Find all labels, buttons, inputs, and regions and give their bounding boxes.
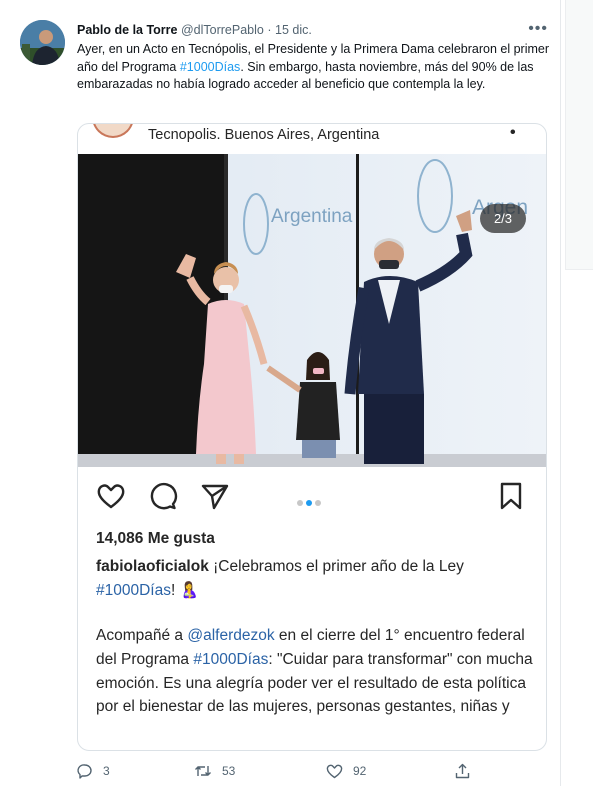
like-icon: [326, 764, 343, 779]
retweet-count: 53: [222, 764, 236, 778]
ellipsis-icon[interactable]: •••: [528, 21, 548, 37]
like-count: 92: [353, 764, 367, 778]
embed-header: Tecnopolis. Buenos Aires, Argentina •: [78, 124, 546, 154]
embed-avatar[interactable]: [92, 124, 134, 138]
tweet[interactable]: Pablo de la Torre @dlTorrePablo · 15 dic…: [0, 0, 560, 786]
caption-end: ! 🤱: [170, 581, 199, 599]
tweet-date[interactable]: 15 dic.: [275, 23, 312, 37]
likes-count[interactable]: 14,086 Me gusta: [96, 530, 215, 548]
column-divider: [560, 0, 561, 786]
tweet-text: Ayer, en un Acto en Tecnópolis, el Presi…: [77, 41, 549, 94]
share-button[interactable]: [455, 760, 480, 782]
hashtag-link[interactable]: #1000Días: [180, 60, 240, 74]
separator: ·: [267, 23, 272, 37]
retweet-icon: [195, 766, 211, 776]
caption-username[interactable]: fabiolaoficialok: [96, 558, 209, 575]
author-handle[interactable]: @dlTorrePablo: [181, 23, 264, 37]
caption-text: ¡Celebramos el primer año de la Ley: [208, 558, 464, 575]
post-menu-icon[interactable]: •: [510, 124, 516, 142]
post-location[interactable]: Tecnopolis. Buenos Aires, Argentina: [148, 127, 379, 143]
body-hashtag[interactable]: #1000Días: [193, 651, 268, 668]
bookmark-icon[interactable]: [496, 481, 526, 511]
share-icon: [455, 763, 470, 779]
carousel-dot: [297, 500, 303, 506]
tweet-header: Pablo de la Torre @dlTorrePablo · 15 dic…: [77, 22, 547, 38]
body-mention[interactable]: @alferdezok: [187, 627, 274, 644]
body-text: Acompañé a: [96, 627, 188, 644]
caption-hashtag[interactable]: #1000Días: [96, 582, 171, 599]
carousel-dot: [315, 500, 321, 506]
send-icon[interactable]: [200, 481, 230, 511]
carousel-dots: [297, 493, 324, 506]
backdrop-text-left: Argentina: [271, 206, 353, 227]
heart-icon[interactable]: [96, 481, 126, 511]
photo-counter: 2/3: [480, 204, 526, 233]
post-caption: fabiolaoficialok ¡Celebramos el primer a…: [96, 555, 536, 602]
post-actions: [78, 481, 546, 515]
sidebar-card: [565, 0, 593, 270]
tweet-actions: 3 53 92: [77, 760, 547, 782]
avatar[interactable]: [20, 20, 65, 65]
retweet-button[interactable]: 53: [194, 760, 235, 782]
post-photo[interactable]: Argentina Argen: [78, 154, 546, 467]
reply-count: 3: [103, 764, 110, 778]
reply-icon: [77, 764, 92, 779]
author-name[interactable]: Pablo de la Torre: [77, 23, 178, 37]
comment-icon[interactable]: [148, 481, 178, 511]
like-button[interactable]: 92: [326, 760, 366, 782]
instagram-embed[interactable]: Tecnopolis. Buenos Aires, Argentina • Ar…: [77, 123, 547, 751]
reply-button[interactable]: 3: [77, 760, 110, 782]
post-body: Acompañé a @alferdezok en el cierre del …: [96, 624, 536, 719]
carousel-dot-active: [306, 500, 312, 506]
